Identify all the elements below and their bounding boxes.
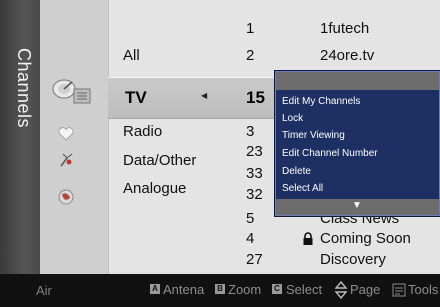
left-arrow-icon: ◀ bbox=[201, 91, 208, 100]
menu-item-edit-my-channels[interactable]: Edit My Channels bbox=[282, 96, 360, 107]
menu-item-lock[interactable]: Lock bbox=[282, 113, 303, 124]
category-tv[interactable]: TV bbox=[125, 88, 147, 108]
category-radio[interactable]: Radio bbox=[123, 123, 162, 140]
channel-number: 4 bbox=[246, 230, 255, 247]
channel-list-screen: Channels All TV ◀ Radio Data/Other Analo… bbox=[0, 0, 440, 307]
tools-popup-menu: Edit My Channels Lock Timer Viewing Edit… bbox=[275, 71, 440, 216]
channel-number: 5 bbox=[246, 210, 255, 227]
tools-label: Tools bbox=[408, 282, 439, 297]
channel-name[interactable]: 1futech bbox=[320, 20, 369, 37]
channel-number: 1 bbox=[246, 20, 255, 37]
channel-name[interactable]: 24ore.tv bbox=[320, 47, 374, 64]
category-icon-column bbox=[40, 0, 109, 274]
c-button-icon[interactable]: C bbox=[272, 284, 282, 294]
rail-title: Channels bbox=[14, 48, 34, 129]
menu-item-timer-viewing[interactable]: Timer Viewing bbox=[282, 130, 345, 141]
scroll-down-icon[interactable]: ▼ bbox=[352, 200, 362, 211]
menu-item-delete[interactable]: Delete bbox=[282, 166, 311, 177]
select-label: Select bbox=[286, 282, 323, 297]
channel-number: 27 bbox=[246, 251, 263, 268]
page-label: Page bbox=[350, 282, 381, 297]
a-button-icon[interactable]: A bbox=[150, 284, 160, 294]
globe-icon[interactable] bbox=[58, 189, 74, 205]
channel-number: 2 bbox=[246, 47, 255, 64]
heart-icon[interactable] bbox=[58, 127, 74, 141]
channel-number: 15 bbox=[246, 88, 265, 107]
lock-icon bbox=[303, 232, 313, 245]
category-all[interactable]: All bbox=[123, 47, 140, 64]
category-data-other[interactable]: Data/Other bbox=[123, 152, 196, 169]
bottom-help-bar: Air A Antena B Zoom C Select Page Tools bbox=[0, 274, 440, 307]
channel-name[interactable]: Discovery bbox=[320, 251, 386, 268]
menu-item-select-all[interactable]: Select All bbox=[282, 183, 323, 194]
b-button-icon[interactable]: B bbox=[215, 284, 225, 294]
updown-arrow-icon[interactable] bbox=[334, 281, 348, 299]
antenna-icon[interactable] bbox=[58, 152, 74, 168]
category-analogue[interactable]: Analogue bbox=[123, 180, 186, 197]
channel-number: 32 bbox=[246, 186, 263, 203]
side-rail: Channels bbox=[0, 0, 40, 274]
channel-number: 3 bbox=[246, 123, 255, 140]
antena-label: Antena bbox=[163, 282, 205, 297]
channel-number: 23 bbox=[246, 143, 263, 160]
mode-label: Air bbox=[36, 283, 52, 298]
menu-item-edit-channel-number[interactable]: Edit Channel Number bbox=[282, 148, 378, 159]
tools-icon[interactable] bbox=[392, 283, 406, 297]
zoom-label: Zoom bbox=[228, 282, 262, 297]
channel-name[interactable]: Coming Soon bbox=[320, 230, 411, 247]
channel-number: 33 bbox=[246, 165, 263, 182]
satellite-dish-icon[interactable] bbox=[50, 74, 94, 108]
popup-header bbox=[276, 72, 439, 90]
